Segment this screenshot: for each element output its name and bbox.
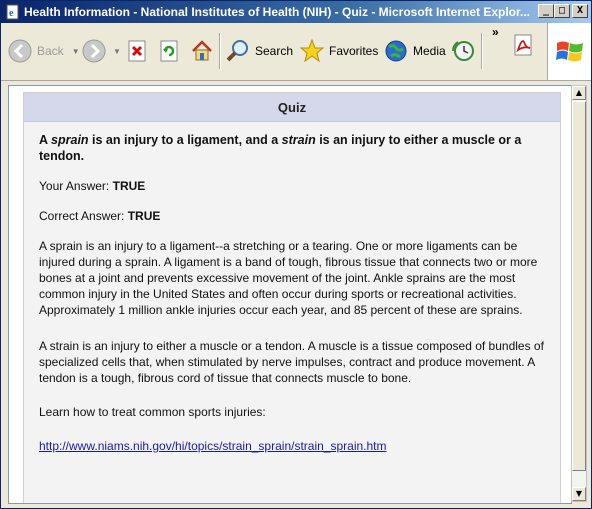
title-bar[interactable]: e Health Information - National Institut… bbox=[1, 1, 591, 23]
toolbar: Back ▼ ▼ Search Favorites Media » bbox=[1, 23, 591, 81]
history-button[interactable] bbox=[450, 33, 476, 69]
scroll-down-icon[interactable]: ▼ bbox=[572, 487, 586, 501]
history-clock-icon bbox=[452, 41, 474, 61]
back-arrow-icon bbox=[8, 39, 32, 63]
stop-button[interactable] bbox=[127, 33, 149, 69]
scroll-thumb[interactable] bbox=[572, 101, 586, 471]
pdf-icon bbox=[514, 34, 532, 56]
toolbar-chevron-icon[interactable]: » bbox=[492, 25, 499, 39]
search-icon bbox=[226, 40, 248, 62]
forward-button[interactable]: ▼ bbox=[81, 33, 121, 69]
quiz-panel: Quiz A sprain is an injury to a ligament… bbox=[23, 92, 561, 503]
media-globe-icon bbox=[385, 40, 407, 62]
search-button[interactable]: Search bbox=[225, 33, 293, 69]
toolbar-separator bbox=[481, 33, 483, 69]
favorites-star-icon bbox=[299, 38, 325, 63]
home-button[interactable] bbox=[190, 33, 214, 69]
stop-icon bbox=[128, 40, 146, 62]
your-answer: Your Answer: TRUE bbox=[39, 179, 146, 193]
maximize-button[interactable]: □ bbox=[554, 4, 570, 18]
ie-page-icon: e bbox=[6, 4, 19, 20]
refresh-icon bbox=[160, 40, 178, 62]
pdf-button[interactable] bbox=[512, 27, 536, 63]
media-label: Media bbox=[413, 44, 446, 58]
back-dropdown-icon[interactable]: ▼ bbox=[72, 47, 80, 56]
sprain-explanation: A sprain is an injury to a ligament--a s… bbox=[39, 239, 538, 317]
windows-logo-area bbox=[547, 23, 591, 80]
strain-explanation: A strain is an injury to either a muscle… bbox=[39, 339, 544, 385]
windows-logo-icon bbox=[556, 41, 583, 62]
forward-dropdown-icon[interactable]: ▼ bbox=[113, 47, 121, 56]
vertical-scrollbar[interactable]: ▲ ▼ bbox=[571, 85, 587, 502]
refresh-button[interactable] bbox=[159, 33, 181, 69]
back-button[interactable]: Back ▼ bbox=[7, 33, 80, 69]
page-content: Quiz A sprain is an injury to a ligament… bbox=[8, 85, 572, 504]
close-button[interactable]: X bbox=[572, 4, 588, 18]
your-answer-value: TRUE bbox=[112, 179, 146, 193]
home-icon bbox=[192, 40, 212, 61]
correct-answer: Correct Answer: TRUE bbox=[39, 209, 161, 223]
toolbar-separator bbox=[219, 33, 221, 69]
media-button[interactable]: Media bbox=[383, 33, 446, 69]
window-title: Health Information - National Institutes… bbox=[24, 5, 531, 19]
svg-text:e: e bbox=[9, 8, 14, 19]
back-label: Back bbox=[37, 44, 64, 58]
quiz-heading: Quiz bbox=[24, 93, 560, 122]
learn-more-text: Learn how to treat common sports injurie… bbox=[39, 405, 266, 419]
quiz-question: A sprain is an injury to a ligament, and… bbox=[39, 133, 522, 163]
strain-sprain-link[interactable]: http://www.niams.nih.gov/hi/topics/strai… bbox=[39, 439, 387, 453]
browser-window: e Health Information - National Institut… bbox=[0, 0, 592, 509]
favorites-button[interactable]: Favorites bbox=[299, 33, 378, 69]
favorites-label: Favorites bbox=[329, 44, 379, 58]
forward-arrow-icon bbox=[82, 39, 106, 63]
minimize-button[interactable]: _ bbox=[538, 4, 554, 18]
correct-answer-value: TRUE bbox=[127, 209, 161, 223]
scroll-up-icon[interactable]: ▲ bbox=[572, 86, 586, 100]
search-label: Search bbox=[255, 44, 294, 58]
